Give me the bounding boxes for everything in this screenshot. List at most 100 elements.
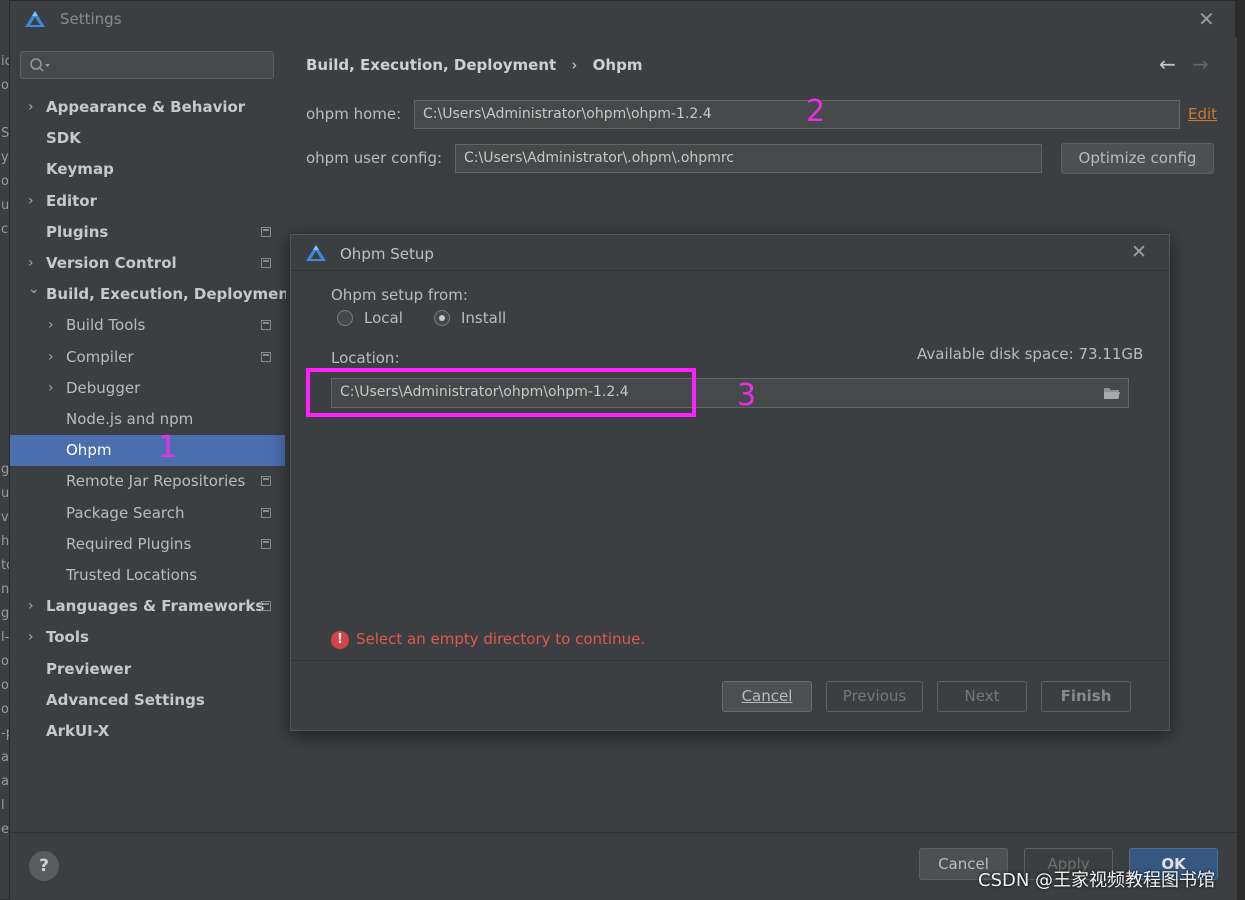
ohpm-home-field[interactable]: C:\Users\Administrator\ohpm\ohpm-1.2.4 [414, 100, 1180, 129]
background-text-fragment [0, 314, 9, 338]
sidebar-item-label: Build Tools [66, 316, 146, 335]
background-text-fragment: o [1, 702, 9, 717]
sidebar-item[interactable]: › Version Control [10, 248, 285, 279]
background-text-fragment: h [1, 534, 9, 549]
sidebar-item[interactable]: Remote Jar Repositories [10, 466, 285, 497]
sidebar-item-label: Package Search [66, 503, 185, 522]
sidebar-item-label: SDK [46, 129, 81, 148]
sidebar-item[interactable]: › Debugger [10, 373, 285, 404]
project-settings-icon [261, 507, 271, 518]
background-text-fragment [0, 290, 9, 314]
chevron-right-icon[interactable]: › [28, 92, 40, 123]
disk-space-text: Available disk space: 73.11GB [917, 345, 1144, 363]
sidebar-item[interactable]: Keymap [10, 154, 285, 185]
project-settings-icon [261, 476, 271, 487]
breadcrumb-parent[interactable]: Build, Execution, Deployment [306, 56, 556, 74]
error-message: Select an empty directory to continue. [356, 630, 646, 648]
project-settings-icon [261, 226, 271, 237]
sidebar-item[interactable]: Package Search [10, 498, 285, 529]
sidebar-item[interactable]: › Compiler [10, 342, 285, 373]
sidebar-item[interactable]: Ohpm [10, 435, 285, 467]
sidebar-item[interactable]: SDK [10, 123, 285, 154]
dialog-close-icon[interactable]: ✕ [1131, 241, 1147, 263]
sidebar-item-label: Required Plugins [66, 534, 192, 553]
sidebar-item[interactable]: Node.js and npm [10, 404, 285, 435]
background-text-fragment: nc [1, 582, 9, 597]
location-label: Location: [331, 349, 400, 367]
sidebar-item[interactable]: Required Plugins [10, 529, 285, 560]
background-text-fragment: es [1, 822, 9, 837]
optimize-config-button[interactable]: Optimize config [1061, 143, 1214, 174]
chevron-right-icon[interactable]: › [28, 591, 40, 622]
folder-icon[interactable] [1103, 386, 1121, 400]
sidebar-item-label: Remote Jar Repositories [66, 472, 246, 491]
dialog-cancel-label[interactable]: Cancel [742, 687, 793, 705]
annotation-number-two: 2 [806, 94, 826, 129]
close-icon[interactable]: ✕ [1198, 7, 1215, 31]
sidebar-item[interactable]: Previewer [10, 654, 285, 685]
radio-install-label[interactable]: Install [461, 309, 506, 327]
background-text-fragment: l [1, 798, 5, 813]
background-window-edge: icoSoyoruicgiuivihtoncgil-ooo-paailes [0, 0, 9, 899]
chevron-right-icon[interactable]: › [28, 186, 40, 217]
annotation-number-three: 3 [737, 378, 757, 413]
background-text-fragment [0, 266, 9, 290]
background-window-right-edge [1236, 0, 1245, 899]
edit-link[interactable]: Edit [1188, 105, 1217, 123]
sidebar-item[interactable]: › Tools [10, 622, 285, 653]
sidebar-item-label: Advanced Settings [46, 690, 205, 709]
previous-button[interactable]: Previous [826, 681, 923, 712]
sidebar-item[interactable]: Plugins [10, 217, 285, 248]
sidebar-item[interactable]: › Languages & Frameworks [10, 591, 285, 622]
background-text-fragment: ui [1, 486, 9, 501]
sidebar-item-label: Build, Execution, Deployment [46, 285, 297, 304]
sidebar-item[interactable]: ⌄ Build, Execution, Deployment [10, 279, 296, 310]
background-text-fragment [0, 434, 9, 458]
radio-local-button[interactable] [337, 310, 353, 326]
sidebar-item[interactable]: › Editor [10, 186, 285, 217]
background-text-fragment [0, 338, 9, 362]
chevron-right-icon[interactable]: › [28, 622, 40, 653]
sidebar-item-label: Debugger [66, 378, 141, 397]
breadcrumb-separator: › [571, 56, 578, 74]
sidebar-item[interactable]: Trusted Locations [10, 560, 285, 591]
dialog-footer-divider [291, 660, 1169, 661]
chevron-right-icon[interactable]: › [48, 342, 60, 373]
finish-button[interactable]: Finish [1041, 681, 1131, 712]
annotation-number-one: 1 [158, 430, 178, 465]
forward-arrow-icon[interactable]: → [1192, 52, 1209, 76]
back-arrow-icon[interactable]: ← [1159, 52, 1176, 76]
search-input[interactable] [20, 51, 274, 79]
sidebar-item-label: Editor [46, 191, 97, 210]
sidebar-item[interactable]: ArkUI-X [10, 716, 285, 747]
sidebar-item-label: Languages & Frameworks [46, 597, 265, 616]
background-text-fragment: l- [1, 630, 9, 645]
sidebar-item-label: Trusted Locations [66, 566, 198, 584]
background-text-fragment: gi [1, 462, 9, 477]
dialog-cancel-button[interactable]: Cancel [722, 681, 812, 712]
chevron-right-icon[interactable]: › [48, 373, 60, 404]
dialog-divider [291, 270, 1169, 271]
project-settings-icon [261, 320, 271, 331]
background-text-fragment: to [1, 558, 9, 573]
project-settings-icon [261, 601, 271, 612]
radio-local-label[interactable]: Local [364, 309, 403, 327]
background-text-fragment: vi [1, 510, 9, 525]
sidebar-item[interactable]: › Build Tools [10, 310, 285, 341]
breadcrumb: Build, Execution, Deployment › Ohpm [306, 56, 642, 74]
help-button[interactable]: ? [29, 851, 59, 881]
chevron-right-icon[interactable]: › [48, 310, 60, 341]
next-button[interactable]: Next [937, 681, 1027, 712]
ohpm-user-config-field[interactable]: C:\Users\Administrator\.ohpm\.ohpmrc [455, 144, 1042, 173]
sidebar-item-label: Ohpm [66, 441, 112, 460]
background-text-fragment: y [1, 150, 9, 165]
dialog-title: Ohpm Setup [340, 245, 434, 263]
settings-sidebar: › Appearance & Behavior SDK Keymap › Editor Pl… [10, 37, 296, 832]
radio-install-button[interactable] [434, 310, 450, 326]
sidebar-item[interactable]: › Appearance & Behavior [10, 92, 285, 123]
window-title: Settings [60, 10, 122, 28]
sidebar-item[interactable]: Advanced Settings [10, 685, 285, 716]
chevron-down-icon[interactable]: ⌄ [28, 274, 40, 305]
background-text-fragment: c [1, 222, 9, 237]
background-text-fragment: ui [1, 198, 9, 213]
